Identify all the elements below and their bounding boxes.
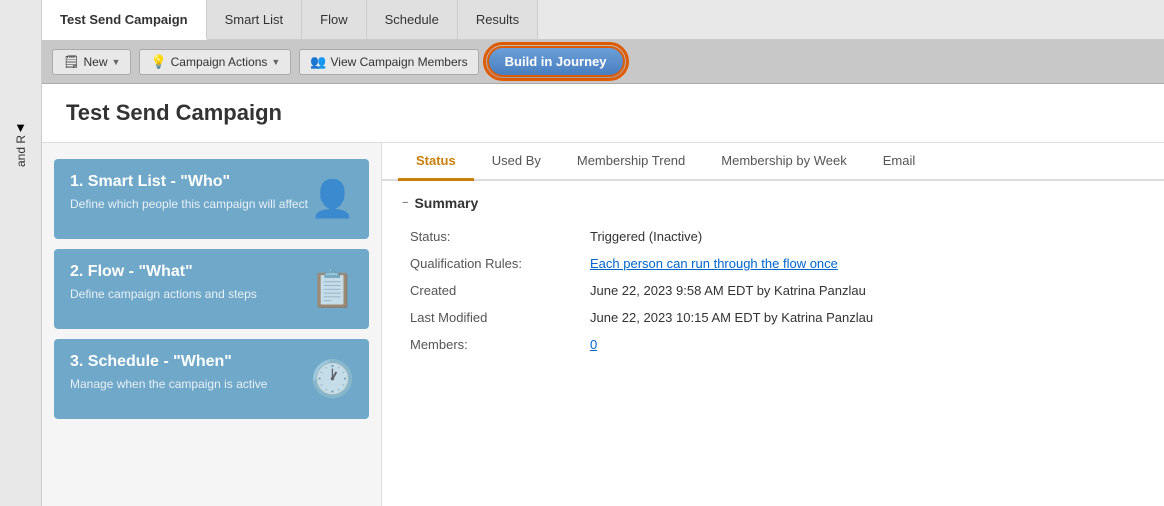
inner-tab-email[interactable]: Email <box>865 143 934 181</box>
tab-smart-list[interactable]: Smart List <box>207 0 303 39</box>
view-members-icon: 👥 <box>310 54 326 70</box>
summary-row-3: Last ModifiedJune 22, 2023 10:15 AM EDT … <box>402 304 1144 331</box>
main-content: Test Send Campaign Smart List Flow Sched… <box>42 0 1164 506</box>
new-dropdown-arrow: ▼ <box>112 57 121 67</box>
summary-field-value-2: June 22, 2023 9:58 AM EDT by Katrina Pan… <box>582 277 1144 304</box>
summary-field-label-0: Status: <box>402 223 582 250</box>
sidebar-strip: ▼ and R <box>0 0 42 506</box>
page-content: Test Send Campaign 1. Smart List - "Who"… <box>42 84 1164 506</box>
build-in-journey-button[interactable]: Build in Journey <box>487 46 625 77</box>
tab-flow[interactable]: Flow <box>302 0 366 39</box>
summary-field-value-4[interactable]: 0 <box>582 331 1144 358</box>
summary-field-value-1[interactable]: Each person can run through the flow onc… <box>582 250 1144 277</box>
summary-label: Summary <box>414 195 478 211</box>
filter-icon[interactable]: ▼ <box>14 120 27 135</box>
flow-panel[interactable]: 2. Flow - "What" Define campaign actions… <box>54 249 369 329</box>
summary-field-value-3: June 22, 2023 10:15 AM EDT by Katrina Pa… <box>582 304 1144 331</box>
inner-tab-membership-by-week[interactable]: Membership by Week <box>703 143 864 181</box>
smart-list-panel-icon: 👤 <box>310 178 355 220</box>
campaign-actions-dropdown-arrow: ▼ <box>271 57 280 67</box>
summary-row-2: CreatedJune 22, 2023 9:58 AM EDT by Katr… <box>402 277 1144 304</box>
flow-panel-icon: 📋 <box>310 268 355 310</box>
inner-tab-used-by[interactable]: Used By <box>474 143 559 181</box>
summary-header: − Summary <box>402 195 1144 211</box>
inner-tab-status[interactable]: Status <box>398 143 474 181</box>
tab-schedule[interactable]: Schedule <box>367 0 458 39</box>
campaign-actions-icon: 💡 <box>150 54 166 70</box>
page-title: Test Send Campaign <box>66 100 1140 126</box>
new-icon: 🗒 <box>63 54 80 70</box>
summary-field-label-1: Qualification Rules: <box>402 250 582 277</box>
summary-field-value-0: Triggered (Inactive) <box>582 223 1144 250</box>
inner-tab-bar: Status Used By Membership Trend Membersh… <box>382 143 1164 181</box>
right-panel: Status Used By Membership Trend Membersh… <box>382 143 1164 506</box>
two-col-layout: 1. Smart List - "Who" Define which peopl… <box>42 143 1164 506</box>
summary-table: Status:Triggered (Inactive)Qualification… <box>402 223 1144 358</box>
left-panels: 1. Smart List - "Who" Define which peopl… <box>42 143 382 506</box>
schedule-panel[interactable]: 3. Schedule - "When" Manage when the cam… <box>54 339 369 419</box>
detail-content: − Summary Status:Triggered (Inactive)Qua… <box>382 181 1164 506</box>
summary-row-4: Members:0 <box>402 331 1144 358</box>
smart-list-panel[interactable]: 1. Smart List - "Who" Define which peopl… <box>54 159 369 239</box>
top-tab-bar: Test Send Campaign Smart List Flow Sched… <box>42 0 1164 40</box>
and-label: and R <box>14 135 28 167</box>
summary-field-label-3: Last Modified <box>402 304 582 331</box>
collapse-icon[interactable]: − <box>402 197 408 209</box>
campaign-actions-button[interactable]: 💡 Campaign Actions ▼ <box>139 49 291 75</box>
schedule-panel-icon: 🕐 <box>310 358 355 400</box>
new-button[interactable]: 🗒 New ▼ <box>52 49 131 75</box>
view-campaign-members-button[interactable]: 👥 View Campaign Members <box>299 49 478 75</box>
summary-field-label-4: Members: <box>402 331 582 358</box>
tab-test-send-campaign[interactable]: Test Send Campaign <box>42 0 207 40</box>
inner-tab-membership-trend[interactable]: Membership Trend <box>559 143 703 181</box>
tab-results[interactable]: Results <box>458 0 538 39</box>
page-title-area: Test Send Campaign <box>42 84 1164 143</box>
toolbar-row: 🗒 New ▼ 💡 Campaign Actions ▼ 👥 View Camp… <box>42 40 1164 84</box>
summary-row-1: Qualification Rules:Each person can run … <box>402 250 1144 277</box>
summary-field-label-2: Created <box>402 277 582 304</box>
summary-row-0: Status:Triggered (Inactive) <box>402 223 1144 250</box>
